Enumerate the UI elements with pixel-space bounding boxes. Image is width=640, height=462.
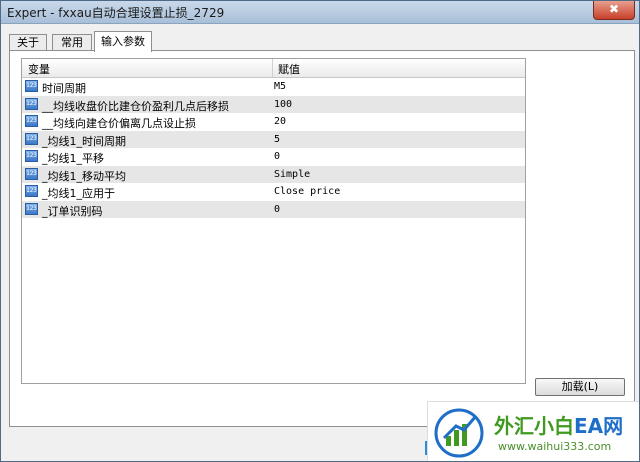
variable-value[interactable]: 100 <box>274 99 292 110</box>
tab-about[interactable]: 关于 <box>9 34 47 51</box>
variable-value[interactable]: Close price <box>274 186 340 197</box>
parameter-row[interactable]: 123 _均线1_移动平均 Simple <box>22 165 525 183</box>
inputs-panel: 变量 赋值 123 时间周期 M5 123 __均线收盘价比建仓价盈利几点后移损 100 1… <box>9 50 635 427</box>
close-icon: ✖ <box>608 2 620 16</box>
parameter-row[interactable]: 123 _均线1_平移 0 <box>22 148 525 165</box>
window-title: Expert - fxxau自动合理设置止损_2729 <box>7 6 225 20</box>
variable-name: _订单识别码 <box>42 204 103 218</box>
tab-common[interactable]: 常用 <box>52 34 92 51</box>
parameter-row[interactable]: 123 __均线收盘价比建仓价盈利几点后移损 100 <box>22 95 525 113</box>
watermark: 外汇小白EA网 www.waihui333.com <box>427 401 639 461</box>
variable-name: _均线1_平移 <box>42 152 104 165</box>
variable-value[interactable]: M5 <box>274 81 286 92</box>
variable-value[interactable]: 20 <box>274 116 286 127</box>
variable-value[interactable]: 5 <box>274 134 280 145</box>
numeric-variable-icon: 123 <box>25 115 38 127</box>
variable-value[interactable]: Simple <box>274 169 310 180</box>
expert-dialog: Expert - fxxau自动合理设置止损_2729 ✖ 关于 常用 输入参数… <box>0 0 640 462</box>
title-bar[interactable]: Expert - fxxau自动合理设置止损_2729 ✖ <box>1 1 639 24</box>
numeric-variable-icon: 123 <box>25 132 38 145</box>
variable-name: _均线1_移动平均 <box>42 169 126 183</box>
numeric-variable-icon: 123 <box>25 202 38 215</box>
numeric-variable-icon: 123 <box>25 167 38 180</box>
numeric-variable-icon: 123 <box>25 150 38 162</box>
variable-name: _均线1_时间周期 <box>42 134 126 148</box>
variable-value[interactable]: 0 <box>274 151 280 162</box>
numeric-variable-icon: 123 <box>25 97 38 110</box>
parameter-row[interactable]: 123 _均线1_时间周期 5 <box>22 130 525 148</box>
variable-value[interactable]: 0 <box>274 204 280 215</box>
numeric-variable-icon: 123 <box>25 80 38 92</box>
watermark-brand: 外汇小白EA网 <box>494 414 624 438</box>
close-button[interactable]: ✖ <box>593 1 635 20</box>
parameter-row[interactable]: 123 __均线向建仓价偏离几点设止损 20 <box>22 113 525 130</box>
variable-name: __均线收盘价比建仓价盈利几点后移损 <box>42 99 229 113</box>
variable-name: _均线1_应用于 <box>42 187 115 200</box>
parameters-grid: 变量 赋值 123 时间周期 M5 123 __均线收盘价比建仓价盈利几点后移损 100 1… <box>21 58 526 384</box>
parameter-row[interactable]: 123 _订单识别码 0 <box>22 200 525 218</box>
column-divider[interactable] <box>272 59 273 77</box>
variable-name: 时间周期 <box>42 82 86 95</box>
variable-name: __均线向建仓价偏离几点设止损 <box>42 117 196 130</box>
parameter-row[interactable]: 123 _均线1_应用于 Close price <box>22 183 525 200</box>
parameter-row[interactable]: 123 时间周期 M5 <box>22 78 525 95</box>
column-header-value[interactable]: 赋值 <box>278 61 300 77</box>
numeric-variable-icon: 123 <box>25 185 38 197</box>
grid-header: 变量 赋值 <box>22 59 525 78</box>
load-button[interactable]: 加载(L) <box>535 378 625 396</box>
watermark-logo-icon <box>434 408 484 458</box>
watermark-url: www.waihui333.com <box>498 440 612 453</box>
column-header-variable[interactable]: 变量 <box>28 61 50 77</box>
tab-inputs[interactable]: 输入参数 <box>94 31 152 52</box>
